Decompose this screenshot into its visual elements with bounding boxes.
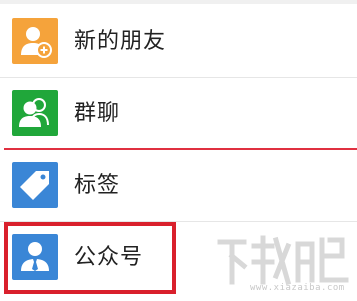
contacts-screen: 新的朋友 群聊 标签 公众号 www.xiazaiba.com	[0, 0, 357, 301]
new-friend-icon	[12, 18, 58, 64]
tag-icon	[12, 162, 58, 208]
menu-item-tags[interactable]: 标签	[0, 150, 357, 221]
menu-item-label: 标签	[74, 173, 121, 198]
menu-item-label: 新的朋友	[74, 29, 167, 54]
top-separator	[0, 0, 357, 4]
watermark-url: www.xiazaiba.com	[250, 283, 345, 293]
menu-item-new-friends[interactable]: 新的朋友	[0, 6, 357, 77]
highlight-box	[4, 222, 176, 294]
menu-item-label: 群聊	[74, 101, 121, 126]
group-chat-icon	[12, 90, 58, 136]
menu-item-group-chats[interactable]: 群聊	[0, 78, 357, 149]
